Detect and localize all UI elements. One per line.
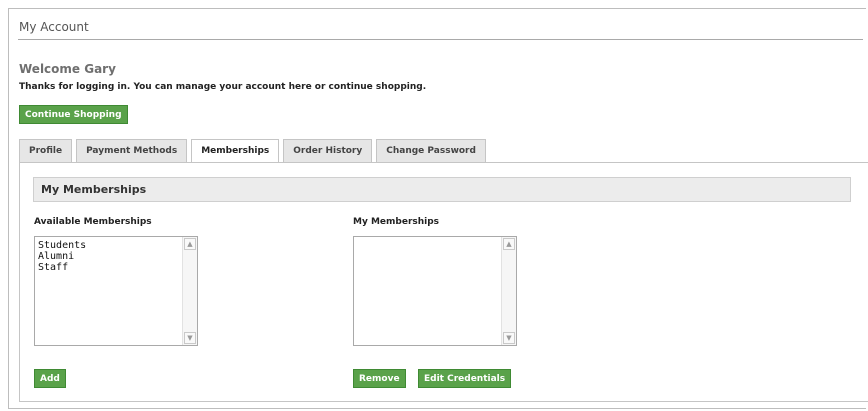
account-tabs: Profile Payment Methods Memberships Orde… bbox=[19, 139, 490, 164]
title-divider bbox=[18, 39, 863, 40]
edit-credentials-button[interactable]: Edit Credentials bbox=[418, 369, 512, 388]
welcome-heading: Welcome Gary bbox=[19, 62, 116, 76]
welcome-message: Thanks for logging in. You can manage yo… bbox=[19, 82, 427, 92]
scrollbar[interactable]: ▲ ▼ bbox=[501, 237, 516, 345]
my-memberships-label: My Memberships bbox=[353, 217, 440, 227]
tab-memberships[interactable]: Memberships bbox=[191, 139, 280, 164]
list-item[interactable]: Staff bbox=[38, 262, 86, 273]
page-title: My Account bbox=[19, 20, 89, 34]
list-item[interactable]: Alumni bbox=[38, 251, 86, 262]
scrollbar[interactable]: ▲ ▼ bbox=[182, 237, 197, 345]
tab-payment-methods[interactable]: Payment Methods bbox=[76, 139, 188, 163]
tab-order-history[interactable]: Order History bbox=[283, 139, 373, 163]
continue-shopping-button[interactable]: Continue Shopping bbox=[19, 105, 128, 124]
available-memberships-label: Available Memberships bbox=[34, 217, 152, 227]
chevron-up-icon[interactable]: ▲ bbox=[184, 238, 196, 250]
chevron-down-icon[interactable]: ▼ bbox=[503, 332, 515, 344]
chevron-up-icon[interactable]: ▲ bbox=[503, 238, 515, 250]
tab-change-password[interactable]: Change Password bbox=[376, 139, 486, 163]
section-header: My Memberships bbox=[33, 177, 851, 202]
my-memberships-list[interactable]: ▲ ▼ bbox=[353, 236, 517, 346]
chevron-down-icon[interactable]: ▼ bbox=[184, 332, 196, 344]
add-button[interactable]: Add bbox=[34, 369, 66, 388]
tab-profile[interactable]: Profile bbox=[19, 139, 73, 163]
remove-button[interactable]: Remove bbox=[353, 369, 406, 388]
list-item[interactable]: Students bbox=[38, 240, 86, 251]
available-memberships-list[interactable]: Students Alumni Staff ▲ ▼ bbox=[34, 236, 198, 346]
